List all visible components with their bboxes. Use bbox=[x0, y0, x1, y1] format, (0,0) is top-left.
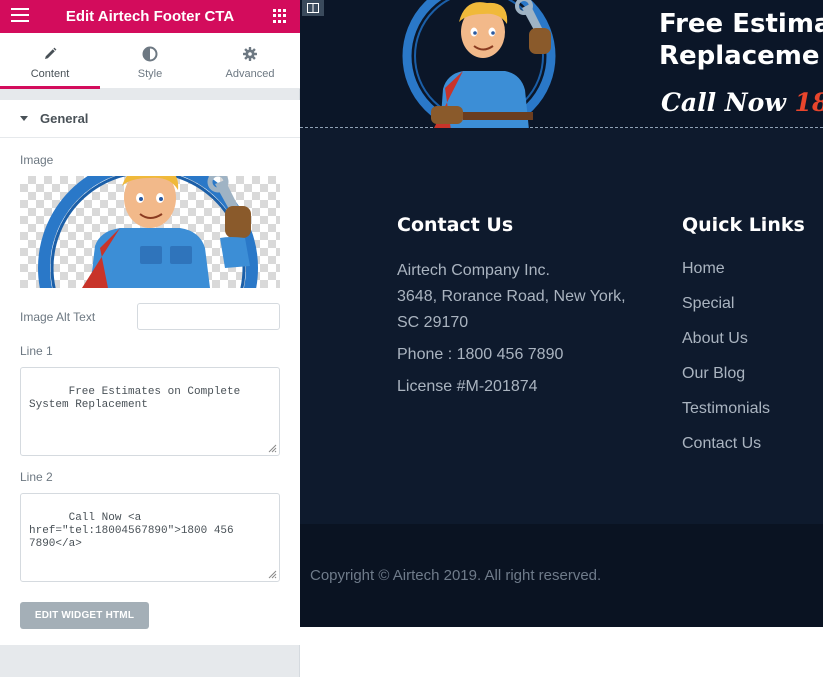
image-alt-input[interactable] bbox=[137, 303, 280, 330]
quick-links-heading: Quick Links bbox=[682, 214, 805, 236]
contact-heading: Contact Us bbox=[397, 214, 514, 236]
image-picker[interactable] bbox=[20, 176, 280, 288]
resize-grip-icon[interactable] bbox=[267, 569, 277, 579]
mascot-image bbox=[402, 0, 556, 130]
line2-label: Line 2 bbox=[20, 470, 53, 484]
line2-textarea[interactable]: Call Now <a href="tel:18004567890">1800 … bbox=[20, 493, 280, 582]
image-label: Image bbox=[20, 153, 54, 167]
panel-tabs: Content Style Advanced bbox=[0, 33, 300, 89]
panel-header: Edit Airtech Footer CTA bbox=[0, 0, 300, 33]
address-line-2: SC 29170 bbox=[397, 314, 469, 331]
tab-label: Style bbox=[137, 68, 163, 80]
columns-icon bbox=[307, 3, 319, 13]
widgets-grid-icon[interactable] bbox=[273, 9, 287, 23]
line1-textarea[interactable]: Free Estimates on Complete System Replac… bbox=[20, 367, 280, 456]
page-preview: Free Estima Replaceme Call Now 180 Conta… bbox=[300, 0, 823, 627]
section-title: General bbox=[40, 111, 89, 126]
quick-links-list: Home Special About Us Our Blog Testimoni… bbox=[682, 260, 770, 470]
copyright-text: Copyright © Airtech 2019. All right rese… bbox=[310, 567, 602, 584]
contact-info: Airtech Company Inc. 3648, Rorance Road,… bbox=[397, 258, 647, 400]
link-about-us[interactable]: About Us bbox=[682, 330, 770, 365]
tab-label: Advanced bbox=[225, 68, 275, 80]
license-line: License #M-201874 bbox=[397, 378, 538, 395]
address-line-1: 3648, Rorance Road, New York, bbox=[397, 288, 626, 305]
mascot-thumbnail bbox=[38, 176, 258, 288]
footer-main: Contact Us Airtech Company Inc. 3648, Ro… bbox=[300, 128, 823, 524]
editor-panel: Edit Airtech Footer CTA Content Style Ad… bbox=[0, 0, 300, 677]
tab-advanced[interactable]: Advanced bbox=[200, 33, 300, 88]
phone-line: Phone : 1800 456 7890 bbox=[397, 346, 564, 363]
line2-value: Call Now <a href="tel:18004567890">1800 … bbox=[29, 512, 241, 550]
pencil-icon bbox=[45, 47, 57, 59]
tab-content[interactable]: Content bbox=[0, 33, 100, 89]
line1-label: Line 1 bbox=[20, 344, 53, 358]
link-contact-us[interactable]: Contact Us bbox=[682, 435, 770, 470]
caret-down-icon bbox=[20, 116, 28, 121]
edit-widget-html-button[interactable]: EDIT WIDGET HTML bbox=[20, 602, 149, 629]
panel-title: Edit Airtech Footer CTA bbox=[65, 8, 235, 25]
link-home[interactable]: Home bbox=[682, 260, 770, 295]
controls-area: Image Image Alt Text Line 1 Free Estimat… bbox=[0, 138, 300, 645]
cta-call-text: Call Now bbox=[661, 88, 795, 117]
link-our-blog[interactable]: Our Blog bbox=[682, 365, 770, 400]
resize-grip-icon[interactable] bbox=[267, 443, 277, 453]
cta-phone-link[interactable]: 180 bbox=[795, 88, 823, 117]
cta-headline-line-a: Free Estima bbox=[659, 9, 823, 39]
image-alt-label: Image Alt Text bbox=[20, 310, 96, 324]
link-special[interactable]: Special bbox=[682, 295, 770, 330]
cta-headline-line-b: Replaceme bbox=[659, 41, 820, 71]
copyright-bar: Copyright © Airtech 2019. All right rese… bbox=[300, 524, 823, 627]
footer-cta-widget[interactable]: Free Estima Replaceme Call Now 180 bbox=[300, 0, 823, 130]
link-testimonials[interactable]: Testimonials bbox=[682, 400, 770, 435]
gear-icon bbox=[243, 47, 257, 61]
half-circle-icon bbox=[142, 46, 158, 62]
cta-headline: Free Estima Replaceme bbox=[659, 8, 823, 72]
tab-label: Content bbox=[30, 68, 70, 80]
line1-value: Free Estimates on Complete System Replac… bbox=[29, 386, 247, 411]
company-name: Airtech Company Inc. bbox=[397, 262, 550, 279]
cta-call-line: Call Now 180 bbox=[661, 88, 823, 117]
column-handle[interactable] bbox=[302, 0, 324, 16]
tab-style[interactable]: Style bbox=[100, 33, 200, 88]
section-general-toggle[interactable]: General bbox=[0, 100, 300, 138]
